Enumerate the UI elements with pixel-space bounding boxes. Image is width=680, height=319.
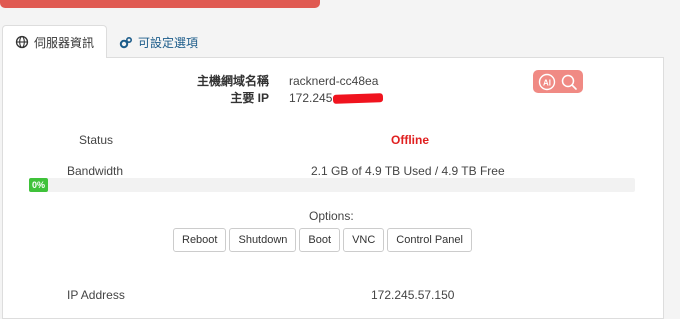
shutdown-button[interactable]: Shutdown <box>229 228 297 252</box>
status-label: Status <box>79 133 114 147</box>
ip-address-label: IP Address <box>67 288 125 302</box>
bandwidth-value: 2.1 GB of 4.9 TB Used / 4.9 TB Free <box>311 164 505 178</box>
primary-ip-label: 主要 IP <box>230 91 269 105</box>
ai-icon[interactable]: AI <box>538 73 556 91</box>
ip-address-value: 172.245.57.150 <box>371 288 455 302</box>
tab-configurable-options-label: 可設定選項 <box>138 36 199 50</box>
tab-server-info[interactable]: 伺服器資訊 <box>2 25 108 58</box>
bandwidth-percent-badge: 0% <box>29 178 49 192</box>
boot-button[interactable]: Boot <box>299 228 341 252</box>
bandwidth-progress-bar: 0% <box>29 178 635 192</box>
hostname-label: 主機網域名稱 <box>196 74 269 88</box>
tab-configurable-options[interactable]: 可設定選項 <box>107 27 210 58</box>
options-label: Options: <box>309 209 354 223</box>
bandwidth-label: Bandwidth <box>67 164 124 178</box>
cogs-icon <box>119 36 133 50</box>
top-alert-banner <box>0 0 320 8</box>
options-button-group: Reboot Shutdown Boot VNC Control Panel <box>173 228 472 252</box>
tab-server-info-label: 伺服器資訊 <box>34 35 95 50</box>
reboot-button[interactable]: Reboot <box>173 228 227 252</box>
vnc-button[interactable]: VNC <box>343 228 385 252</box>
ai-action-group: AI <box>533 70 583 93</box>
redaction-mark <box>333 93 384 105</box>
search-icon[interactable] <box>560 73 578 91</box>
hostname-value: racknerd-cc48ea <box>289 74 379 88</box>
status-value: Offline <box>391 133 429 147</box>
control-panel-button[interactable]: Control Panel <box>387 228 472 252</box>
svg-text:AI: AI <box>543 78 551 87</box>
tab-bar: 伺服器資訊 可設定選項 <box>2 25 210 58</box>
globe-icon <box>15 35 29 49</box>
primary-ip-value: 172.245 <box>289 90 384 107</box>
server-info-panel: 主機網域名稱 racknerd-cc48ea 主要 IP 172.245 AI … <box>2 57 664 319</box>
primary-ip-text: 172.245 <box>289 91 333 105</box>
